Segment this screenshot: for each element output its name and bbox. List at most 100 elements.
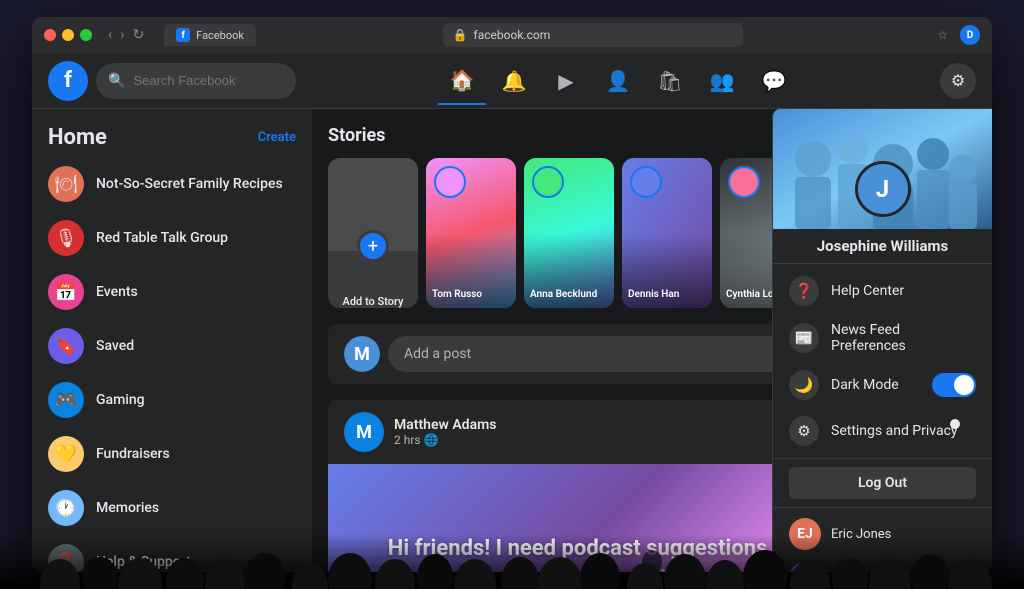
back-button[interactable]: ‹: [108, 27, 112, 43]
sidebar-item-icon: 🍽: [48, 166, 84, 202]
profile-name[interactable]: Josephine Williams: [773, 229, 992, 259]
sidebar-item-label: Not-So-Secret Family Recipes: [96, 176, 283, 192]
divider-3: [773, 507, 992, 508]
address-bar[interactable]: 🔒 facebook.com: [443, 23, 743, 47]
sidebar-item-fundraisers[interactable]: 💛 Fundraisers: [40, 428, 304, 480]
settings-label: Settings and Privacy: [831, 423, 958, 439]
add-story-card[interactable]: + Add to Story: [328, 158, 418, 308]
friend-item-1[interactable]: CL Cynthia Lopez: [773, 556, 992, 572]
settings-privacy-icon: ⚙: [789, 416, 819, 446]
sidebar-item-icon: 💛: [48, 436, 84, 472]
sidebar-item-gaming[interactable]: 🎮 Gaming: [40, 374, 304, 426]
sidebar-item-icon: 🎙: [48, 220, 84, 256]
browser-window: ‹ › ↻ f Facebook 🔒 facebook.com ☆ D f 🔍: [32, 17, 992, 572]
dropdown-help-center[interactable]: ❓ Help Center: [773, 268, 992, 314]
dropdown-settings[interactable]: ⚙ Settings and Privacy: [773, 408, 992, 454]
globe-icon: 🌐: [424, 433, 439, 447]
friends-section: EJ Eric Jones CL Cynthia Lopez AB Anna B…: [773, 512, 992, 572]
story-card-2[interactable]: Dennis Han: [622, 158, 712, 308]
nav-right: ⚙: [940, 63, 976, 99]
facebook-navbar: f 🔍 🏠 🔔 ▶ 👤 🛍 👥 💬 ⚙: [32, 53, 992, 109]
sidebar-item-help[interactable]: ❓ Help & Support: [40, 536, 304, 572]
post-placeholder: Add a post: [404, 346, 471, 362]
sidebar-item-icon: 🎮: [48, 382, 84, 418]
help-center-icon: ❓: [789, 276, 819, 306]
nav-marketplace-button[interactable]: 🛍: [646, 57, 694, 105]
sidebar-item-label: Events: [96, 284, 138, 300]
presenter-figure: [622, 544, 682, 572]
sidebar-item-label: Red Table Talk Group: [96, 230, 228, 246]
sidebar-item-label: Help & Support: [96, 554, 191, 570]
nav-messenger-button[interactable]: 💬: [750, 57, 798, 105]
profile-header: J: [773, 109, 992, 229]
sidebar-item-label: Memories: [96, 500, 159, 516]
friend-name: Cynthia Lopez: [831, 571, 913, 573]
search-icon: 🔍: [108, 73, 125, 89]
sidebar-item-label: Gaming: [96, 392, 145, 408]
composer-avatar: M: [344, 336, 380, 372]
sidebar-item-icon: 🔖: [48, 328, 84, 364]
profile-icon[interactable]: D: [960, 25, 980, 45]
profile-avatar[interactable]: J: [855, 161, 911, 217]
traffic-lights: [44, 29, 92, 41]
search-input[interactable]: [133, 73, 273, 88]
friend-avatar: CL: [789, 562, 821, 572]
dropdown-news-feed[interactable]: 📰 News Feed Preferences: [773, 314, 992, 362]
search-bar[interactable]: 🔍: [96, 63, 296, 99]
story-name: Anna Becklund: [530, 289, 608, 300]
story-avatar: [434, 166, 466, 198]
dark-mode-toggle-switch[interactable]: [932, 373, 976, 397]
stories-title: Stories: [328, 125, 385, 146]
settings-button[interactable]: ⚙: [940, 63, 976, 99]
forward-button[interactable]: ›: [120, 27, 124, 43]
bookmark-icon[interactable]: ☆: [937, 28, 948, 42]
dropdown-dark-mode[interactable]: 🌙 Dark Mode: [773, 362, 992, 408]
story-avatar: [532, 166, 564, 198]
story-name: Tom Russo: [432, 289, 510, 300]
lock-icon: 🔒: [453, 28, 468, 42]
help-center-label: Help Center: [831, 283, 904, 299]
tab-bar: f Facebook: [164, 24, 256, 46]
create-button[interactable]: Create: [258, 130, 296, 145]
facebook-logo[interactable]: f: [48, 61, 88, 101]
divider: [773, 263, 992, 264]
nav-watch-button[interactable]: ▶: [542, 57, 590, 105]
nav-center: 🏠 🔔 ▶ 👤 🛍 👥 💬: [296, 57, 940, 105]
sidebar-item-family-recipes[interactable]: 🍽 Not-So-Secret Family Recipes: [40, 158, 304, 210]
news-feed-label: News Feed Preferences: [831, 322, 976, 354]
sidebar-item-icon: 🕐: [48, 490, 84, 526]
browser-chrome: ‹ › ↻ f Facebook 🔒 facebook.com ☆ D: [32, 17, 992, 53]
facebook-app: f 🔍 🏠 🔔 ▶ 👤 🛍 👥 💬 ⚙: [32, 53, 992, 572]
sidebar-item-label: Saved: [96, 338, 134, 354]
nav-groups-button[interactable]: 👥: [698, 57, 746, 105]
logout-button[interactable]: Log Out: [789, 467, 976, 499]
sidebar-item-events[interactable]: 📅 Events: [40, 266, 304, 318]
friend-item-0[interactable]: EJ Eric Jones: [773, 512, 992, 556]
divider-2: [773, 458, 992, 459]
nav-home-button[interactable]: 🏠: [438, 57, 486, 105]
sidebar-title: Home Create: [40, 117, 304, 158]
minimize-button[interactable]: [62, 29, 74, 41]
main-content: Home Create 🍽 Not-So-Secret Family Recip…: [32, 109, 992, 572]
sidebar-item-red-table[interactable]: 🎙 Red Table Talk Group: [40, 212, 304, 264]
maximize-button[interactable]: [80, 29, 92, 41]
sidebar: Home Create 🍽 Not-So-Secret Family Recip…: [32, 109, 312, 572]
close-button[interactable]: [44, 29, 56, 41]
post-author-avatar: M: [344, 412, 384, 452]
sidebar-item-icon: 📅: [48, 274, 84, 310]
browser-tab-facebook[interactable]: f Facebook: [164, 24, 256, 46]
nav-profile-button[interactable]: 👤: [594, 57, 642, 105]
reload-button[interactable]: ↻: [132, 27, 144, 43]
story-name: Dennis Han: [628, 289, 706, 300]
sidebar-item-saved[interactable]: 🔖 Saved: [40, 320, 304, 372]
address-text: facebook.com: [474, 28, 551, 42]
story-avatar: [728, 166, 760, 198]
story-card-0[interactable]: Tom Russo: [426, 158, 516, 308]
tab-label: Facebook: [196, 29, 244, 42]
add-story-label: Add to Story: [337, 295, 410, 308]
nav-notifications-button[interactable]: 🔔: [490, 57, 538, 105]
news-feed-icon: 📰: [789, 323, 819, 353]
sidebar-item-memories[interactable]: 🕐 Memories: [40, 482, 304, 534]
friend-name: Eric Jones: [831, 527, 891, 542]
story-card-1[interactable]: Anna Becklund: [524, 158, 614, 308]
